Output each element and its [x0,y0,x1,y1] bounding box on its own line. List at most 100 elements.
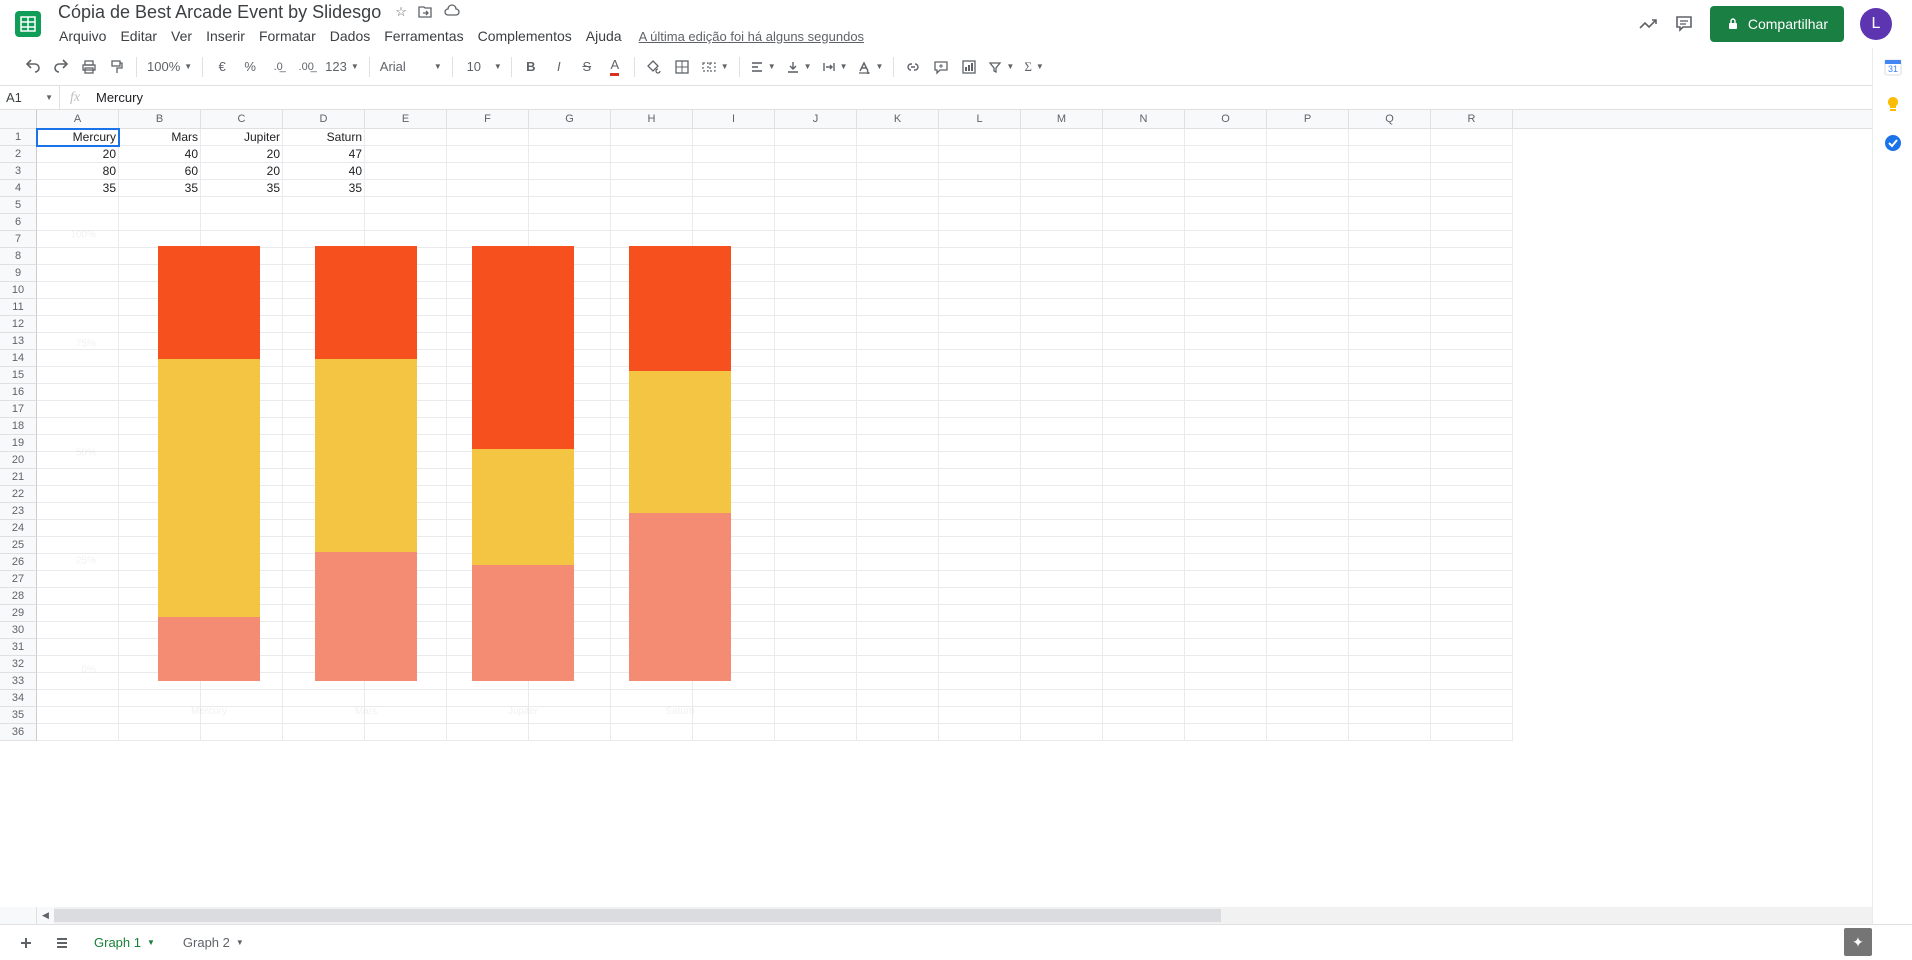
cell[interactable] [1185,129,1267,146]
row-header-35[interactable]: 35 [0,707,37,724]
cell[interactable] [1431,520,1513,537]
cell[interactable] [37,724,119,741]
menu-dados[interactable]: Dados [323,26,377,46]
cell[interactable] [1431,146,1513,163]
cell[interactable] [1103,656,1185,673]
cell[interactable] [1185,656,1267,673]
cell[interactable] [37,197,119,214]
cell[interactable] [939,163,1021,180]
cell[interactable] [1431,622,1513,639]
cell[interactable] [1267,282,1349,299]
cell[interactable] [1185,571,1267,588]
cell[interactable] [201,197,283,214]
cell[interactable] [1267,418,1349,435]
cell[interactable] [447,197,529,214]
cell[interactable] [1103,639,1185,656]
cell[interactable] [611,129,693,146]
cell[interactable] [1267,163,1349,180]
col-header-D[interactable]: D [283,110,365,128]
menu-inserir[interactable]: Inserir [199,26,252,46]
cell[interactable] [939,146,1021,163]
trend-icon[interactable] [1638,14,1658,34]
col-header-P[interactable]: P [1267,110,1349,128]
cell[interactable] [1021,367,1103,384]
cell[interactable] [775,146,857,163]
column-headers[interactable]: ABCDEFGHIJKLMNOPQR [0,110,1895,129]
undo-button[interactable] [20,54,46,80]
cell[interactable] [775,724,857,741]
cell[interactable]: 40 [119,146,201,163]
cell[interactable] [1431,588,1513,605]
cell[interactable] [1431,384,1513,401]
cell[interactable] [1021,129,1103,146]
cell[interactable] [1349,197,1431,214]
col-header-J[interactable]: J [775,110,857,128]
row-header-34[interactable]: 34 [0,690,37,707]
cell[interactable] [1349,299,1431,316]
cell[interactable] [1185,520,1267,537]
cell[interactable]: 35 [119,180,201,197]
cell[interactable] [365,724,447,741]
cell[interactable]: Saturn [283,129,365,146]
col-header-O[interactable]: O [1185,110,1267,128]
row-header-22[interactable]: 22 [0,486,37,503]
cell[interactable] [1021,724,1103,741]
cell[interactable] [1021,163,1103,180]
cell[interactable] [1267,588,1349,605]
cell[interactable] [1021,469,1103,486]
cell[interactable] [1021,571,1103,588]
col-header-H[interactable]: H [611,110,693,128]
cell[interactable] [1021,231,1103,248]
cell[interactable] [1103,707,1185,724]
cell[interactable] [1185,622,1267,639]
cell[interactable] [611,146,693,163]
cell[interactable] [1349,163,1431,180]
cell[interactable] [119,724,201,741]
cell[interactable] [1185,537,1267,554]
cell[interactable] [611,724,693,741]
cell[interactable] [1267,146,1349,163]
cell[interactable] [1267,639,1349,656]
cell[interactable] [1103,469,1185,486]
cell[interactable] [1103,452,1185,469]
comments-icon[interactable] [1674,14,1694,34]
cell[interactable] [1431,537,1513,554]
cell[interactable] [1103,503,1185,520]
cell[interactable] [1103,316,1185,333]
row-header-9[interactable]: 9 [0,265,37,282]
cell[interactable] [1021,197,1103,214]
row-header-6[interactable]: 6 [0,214,37,231]
strikethrough-button[interactable]: S [574,54,600,80]
insert-link-button[interactable] [900,54,926,80]
col-header-I[interactable]: I [693,110,775,128]
cell[interactable]: 47 [283,146,365,163]
cell[interactable] [447,146,529,163]
cell[interactable] [857,197,939,214]
cell[interactable] [857,214,939,231]
bar-jupiter[interactable] [472,246,574,681]
cell[interactable]: 80 [37,163,119,180]
doc-title[interactable]: Cópia de Best Arcade Event by Slidesgo [52,0,387,25]
cell[interactable] [1349,180,1431,197]
percent-button[interactable]: % [237,54,263,80]
cell[interactable] [1267,622,1349,639]
col-header-A[interactable]: A [37,110,119,128]
cell[interactable] [693,197,775,214]
menu-ver[interactable]: Ver [164,26,199,46]
col-header-N[interactable]: N [1103,110,1185,128]
row-header-20[interactable]: 20 [0,452,37,469]
cell[interactable] [857,129,939,146]
cell[interactable] [857,180,939,197]
cell[interactable] [1103,673,1185,690]
borders-button[interactable] [669,54,695,80]
cell[interactable]: 35 [283,180,365,197]
cell[interactable] [693,129,775,146]
cell[interactable] [1021,180,1103,197]
cell[interactable] [365,146,447,163]
col-header-Q[interactable]: Q [1349,110,1431,128]
cell[interactable] [1021,282,1103,299]
cell[interactable] [1431,316,1513,333]
cell[interactable] [201,724,283,741]
cell[interactable] [611,214,693,231]
cell[interactable] [529,724,611,741]
